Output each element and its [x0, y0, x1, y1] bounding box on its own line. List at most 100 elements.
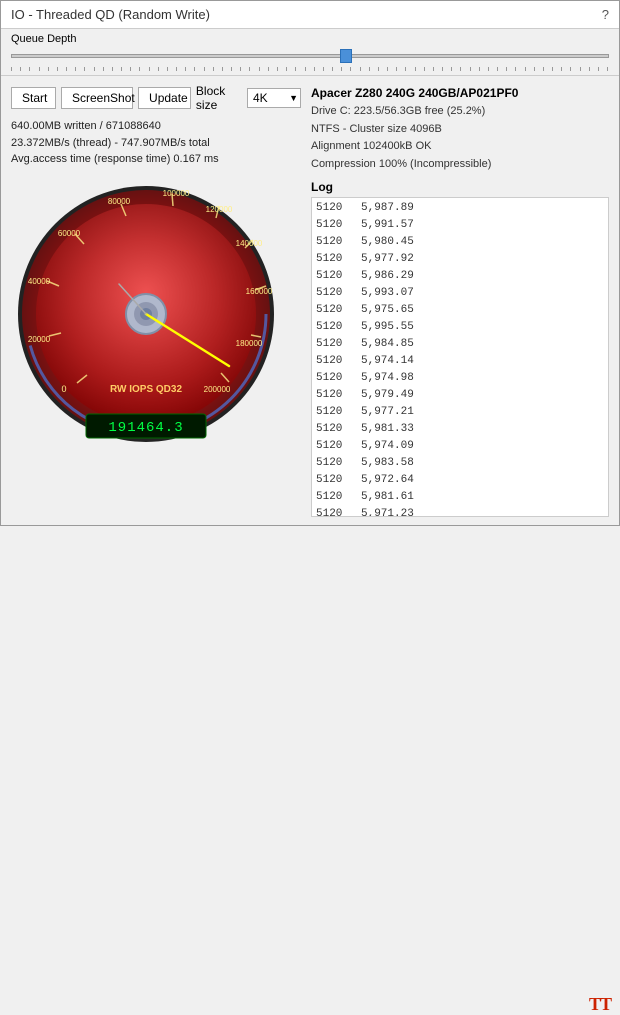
log-col-queue: 5120 [316, 251, 351, 268]
log-col-queue: 5120 [316, 319, 351, 336]
log-col-iops: 5,974.09 [361, 438, 414, 455]
log-col-queue: 5120 [316, 234, 351, 251]
button-row: Start ScreenShot Update Block size 512B … [11, 84, 301, 112]
tick [314, 67, 315, 71]
log-row: 51205,971.23 [316, 506, 604, 517]
log-row: 51205,977.21 [316, 404, 604, 421]
start-button[interactable]: Start [11, 87, 56, 109]
slider-tick [20, 67, 21, 71]
tick [589, 67, 590, 71]
log-row: 51205,974.14 [316, 353, 604, 370]
block-size-wrapper: 512B 1K 2K 4K 8K 16K 32K 64K ▼ [247, 88, 301, 108]
log-row: 51205,986.29 [316, 268, 604, 285]
tick [534, 67, 535, 71]
log-row: 51205,983.58 [316, 455, 604, 472]
device-info: Apacer Z280 240G 240GB/AP021PF0 Drive C:… [311, 84, 609, 174]
log-col-queue: 5120 [316, 370, 351, 387]
log-row: 51205,974.98 [316, 370, 604, 387]
queue-depth-label: Queue Depth [11, 33, 609, 45]
tick [442, 67, 443, 71]
svg-text:20000: 20000 [28, 335, 51, 344]
slider-tick [11, 67, 12, 71]
slider-tick [213, 67, 214, 71]
queue-depth-slider-container[interactable] [11, 47, 609, 65]
slider-tick [121, 67, 122, 71]
help-button[interactable]: ? [602, 7, 609, 22]
screenshot-button[interactable]: ScreenShot [61, 87, 133, 109]
log-col-queue: 5120 [316, 438, 351, 455]
slider-tick [149, 67, 150, 71]
stats-section: 640.00MB written / 671088640 23.372MB/s … [11, 118, 301, 168]
log-col-queue: 5120 [316, 285, 351, 302]
stat-access-time: Avg.access time (response time) 0.167 ms [11, 151, 301, 168]
slider-tick [295, 67, 296, 71]
device-compression: Compression 100% (Incompressible) [311, 156, 609, 174]
tick [598, 67, 599, 71]
tick [580, 67, 581, 71]
log-container[interactable]: 51205,987.8951205,991.5751205,980.455120… [311, 197, 609, 517]
log-row: 5120 5,991.57 [316, 217, 604, 234]
svg-text:0: 0 [61, 384, 66, 394]
tick [396, 67, 397, 71]
slider-tick [84, 67, 85, 71]
slider-track [11, 54, 609, 58]
tick [479, 67, 480, 71]
tick [341, 67, 342, 71]
block-size-select[interactable]: 512B 1K 2K 4K 8K 16K 32K 64K [247, 88, 301, 108]
log-col-iops: 5,993.07 [361, 285, 414, 302]
tick [433, 67, 434, 71]
slider-thumb[interactable] [340, 49, 352, 63]
log-col-iops: 5,981.61 [361, 489, 414, 506]
tick [488, 67, 489, 71]
log-col-queue: 5120 [316, 489, 351, 506]
log-col-iops: 5,981.33 [361, 421, 414, 438]
log-row: 5120 5,977.92 [316, 251, 604, 268]
slider-tick [194, 67, 195, 71]
device-alignment: Alignment 102400kB OK [311, 138, 609, 156]
tick [405, 67, 406, 71]
slider-tick [240, 67, 241, 71]
slider-tick [277, 67, 278, 71]
log-col-iops: 5,977.92 [361, 251, 414, 268]
log-col-iops: 5,984.85 [361, 336, 414, 353]
slider-tick [204, 67, 205, 71]
log-col-iops: 5,991.57 [361, 217, 414, 234]
log-col-iops: 5,975.65 [361, 302, 414, 319]
log-col-queue: 5120 [316, 217, 351, 234]
log-label: Log [311, 180, 609, 194]
slider-tick [29, 67, 30, 71]
svg-text:100000: 100000 [163, 189, 190, 198]
log-col-queue: 5120 [316, 336, 351, 353]
log-col-iops: 5,972.64 [361, 472, 414, 489]
slider-tick [259, 67, 260, 71]
tick [460, 67, 461, 71]
slider-tick [139, 67, 140, 71]
log-col-iops: 5,983.58 [361, 455, 414, 472]
slider-tick [94, 67, 95, 71]
block-size-label: Block size [196, 84, 239, 112]
log-col-queue: 5120 [316, 387, 351, 404]
slider-tick [75, 67, 76, 71]
slider-tick [57, 67, 58, 71]
log-col-queue: 5120 [316, 268, 351, 285]
tick [506, 67, 507, 71]
log-col-iops: 5,979.49 [361, 387, 414, 404]
tick [415, 67, 416, 71]
tick [387, 67, 388, 71]
right-panel: Apacer Z280 240G 240GB/AP021PF0 Drive C:… [311, 84, 609, 517]
log-col-queue: 5120 [316, 200, 351, 217]
log-row: 5120 5,979.49 [316, 387, 604, 404]
log-row: 5120 5,981.61 [316, 489, 604, 506]
log-row: 51205,981.33 [316, 421, 604, 438]
log-col-queue: 5120 [316, 506, 351, 517]
update-button[interactable]: Update [138, 87, 191, 109]
slider-tick [39, 67, 40, 71]
tick [350, 67, 351, 71]
tick [424, 67, 425, 71]
left-panel: Start ScreenShot Update Block size 512B … [11, 84, 301, 517]
queue-depth-section: Queue Depth // Generate ticks inline doc… [1, 29, 619, 76]
tick [378, 67, 379, 71]
slider-tick [231, 67, 232, 71]
gauge-display-value: 191464.3 [108, 420, 183, 436]
log-row: 51205,980.45 [316, 234, 604, 251]
